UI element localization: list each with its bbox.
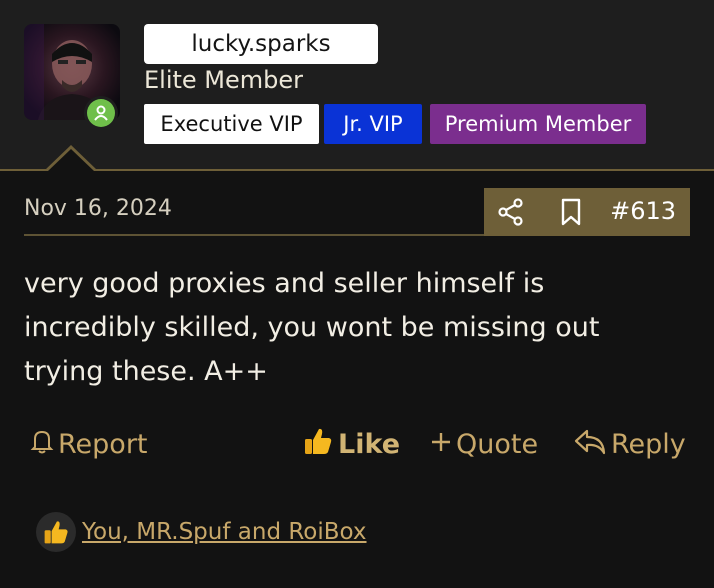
post-date[interactable]: Nov 16, 2024 xyxy=(24,196,172,221)
like-label: Like xyxy=(338,428,401,460)
user-icon xyxy=(87,99,115,127)
quote-label: Quote xyxy=(456,428,539,460)
reply-label: Reply xyxy=(611,428,686,460)
reactions-bar: You, MR.Spuf and RoiBox xyxy=(36,512,367,552)
post-number[interactable]: #613 xyxy=(610,197,676,225)
header-divider xyxy=(0,169,714,171)
online-status xyxy=(84,96,118,130)
badge-executive-vip: Executive VIP xyxy=(144,104,319,144)
reply-icon xyxy=(573,427,607,462)
plus-icon xyxy=(430,429,452,460)
bookmark-icon[interactable] xyxy=(560,198,582,230)
quote-button[interactable]: Quote xyxy=(430,424,538,464)
report-label: Report xyxy=(58,428,148,460)
report-button[interactable]: Report xyxy=(30,424,148,464)
post-message: very good proxies and seller himself is … xyxy=(24,268,600,387)
bell-icon xyxy=(30,427,54,462)
badge-jr-vip: Jr. VIP xyxy=(324,104,422,144)
thumbs-up-icon xyxy=(302,425,334,464)
like-button[interactable]: Like xyxy=(302,424,400,464)
thumbs-up-icon xyxy=(36,512,76,552)
share-icon[interactable] xyxy=(498,198,524,230)
reactions-link[interactable]: You, MR.Spuf and RoiBox xyxy=(82,519,367,545)
reply-button[interactable]: Reply xyxy=(573,424,686,464)
user-title: Elite Member xyxy=(144,66,304,94)
username[interactable]: lucky.sparks xyxy=(144,24,378,64)
badge-premium-member: Premium Member xyxy=(430,104,646,144)
post-meta-bar: #613 xyxy=(484,188,690,236)
